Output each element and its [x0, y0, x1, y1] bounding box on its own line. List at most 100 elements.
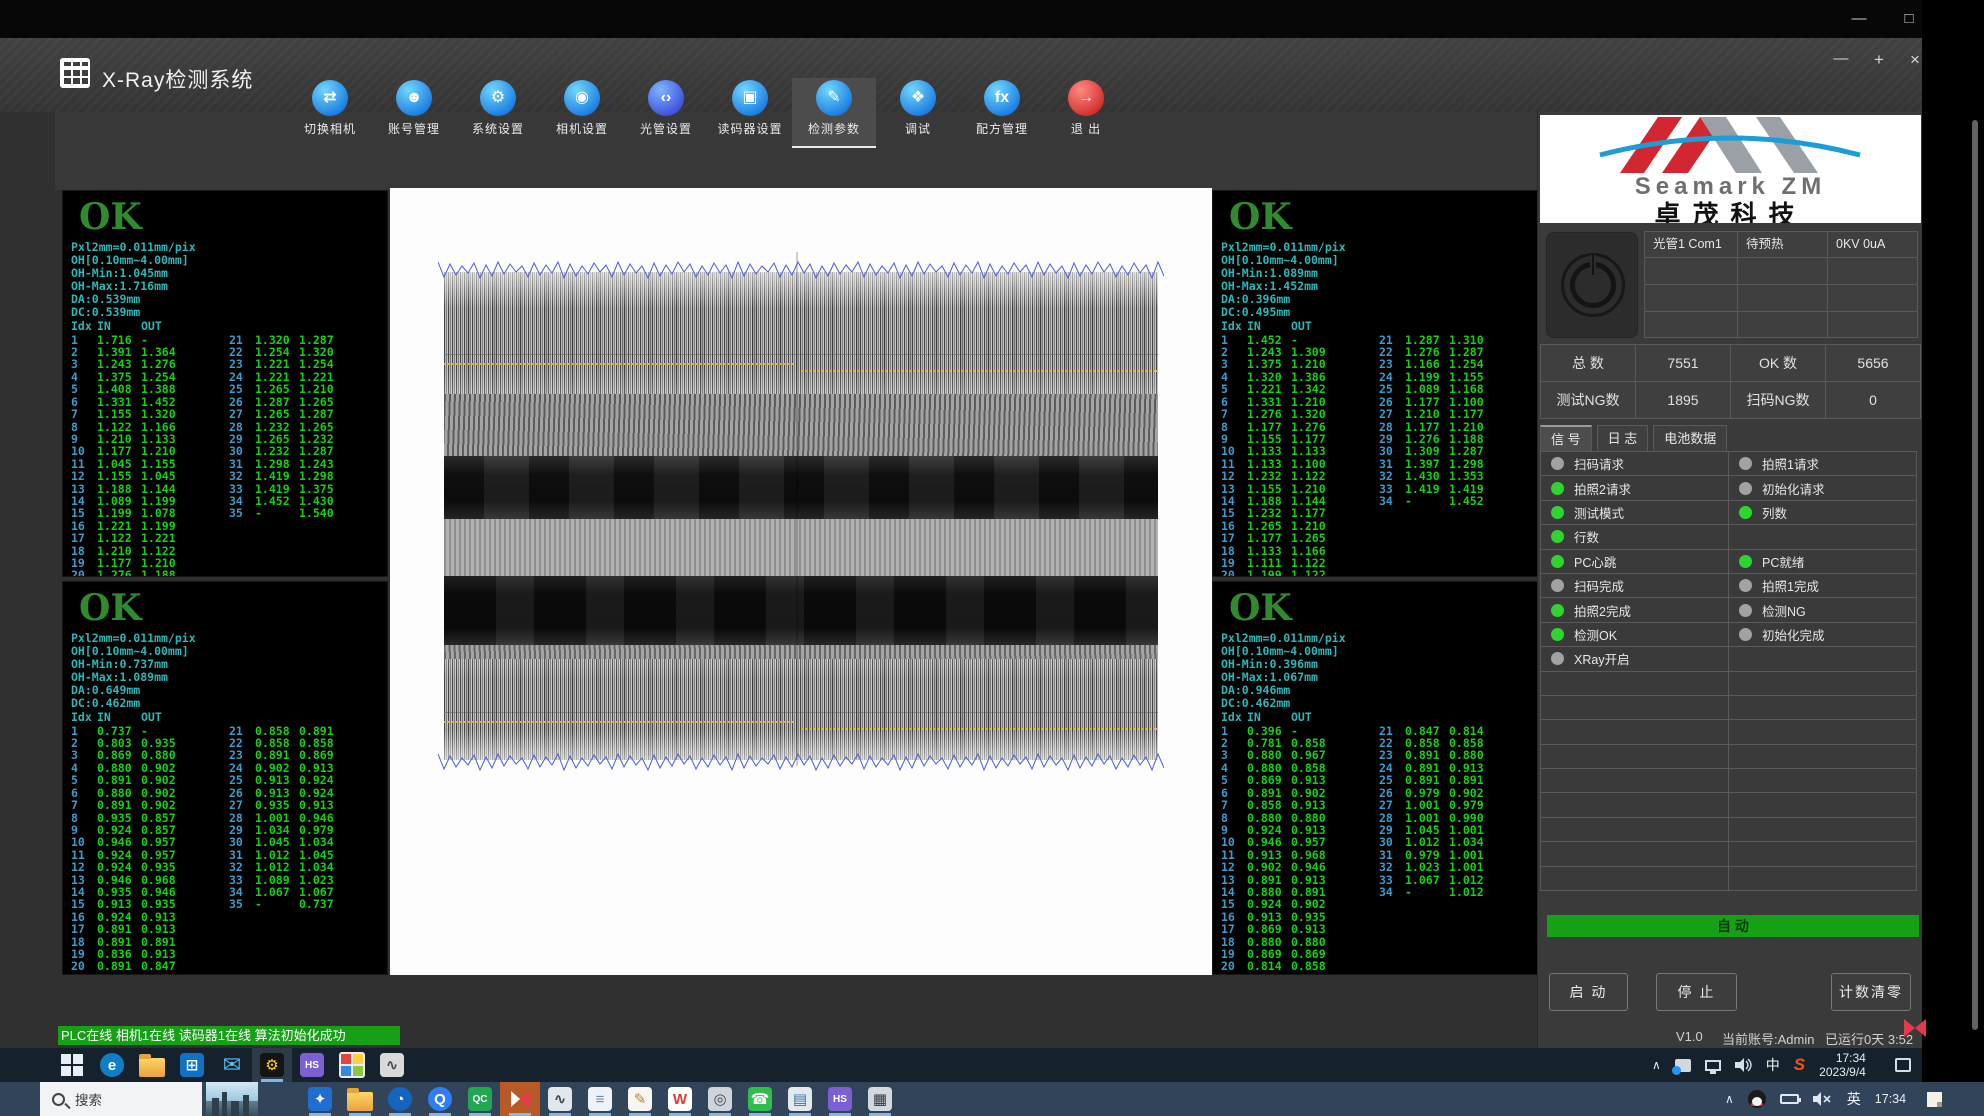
- notification-center-icon[interactable]: [1895, 1058, 1911, 1072]
- sidebar-tabs: 信 号 日 志 电池数据: [1540, 425, 1727, 452]
- row-index: 23: [229, 749, 255, 761]
- toolbar-item-system-settings[interactable]: ⚙系统设置: [456, 78, 540, 148]
- clock2-time[interactable]: 17:34: [1875, 1092, 1906, 1106]
- row-in-value: 1.012: [1405, 836, 1449, 848]
- battery-icon[interactable]: [1780, 1094, 1799, 1104]
- row-index: 7: [71, 408, 97, 420]
- toolbar-item-tube-settings[interactable]: ‹›光管设置: [624, 78, 708, 148]
- signal-row: 扫码请求拍照1请求: [1541, 452, 1919, 476]
- signal-cell: 拍照2请求: [1540, 475, 1729, 500]
- measure-row: 150.9130.935: [71, 898, 185, 910]
- system-monitor-app[interactable]: ∿: [372, 1048, 412, 1082]
- system-monitor-app-icon: ∿: [380, 1053, 404, 1077]
- file-explorer[interactable]: [132, 1048, 172, 1082]
- notes-edit-app[interactable]: ✎: [620, 1082, 660, 1116]
- xray-image-view[interactable]: [390, 188, 1212, 975]
- wps-app[interactable]: W: [660, 1082, 700, 1116]
- mail-app[interactable]: ✉: [212, 1048, 252, 1082]
- row-in-value: 0.869: [1247, 923, 1291, 935]
- qc-app[interactable]: QC: [460, 1082, 500, 1116]
- stop-button[interactable]: 停 止: [1656, 973, 1737, 1011]
- auto-mode-button[interactable]: 自 动: [1547, 915, 1919, 937]
- toolbar-item-label: 光管设置: [640, 120, 692, 137]
- measure-row: 321.0231.001: [1379, 861, 1493, 873]
- hs-app-2[interactable]: HS: [820, 1082, 860, 1116]
- toolbar-item-inspect-params[interactable]: ✎检测参数: [792, 78, 876, 148]
- news-app[interactable]: ▤: [780, 1082, 820, 1116]
- row-out-value: 1.045: [141, 470, 185, 482]
- start-button[interactable]: 启 动: [1549, 973, 1628, 1011]
- news-weather-widget[interactable]: [206, 1082, 258, 1116]
- tiles-app[interactable]: [332, 1048, 372, 1082]
- xray-power-button[interactable]: [1546, 232, 1638, 338]
- qq-icon[interactable]: [1748, 1090, 1766, 1108]
- toolbar-item-camera-settings[interactable]: ◉相机设置: [540, 78, 624, 148]
- measure-info-line: DC:0.462mm: [71, 697, 387, 710]
- volume-icon[interactable]: [1735, 1058, 1752, 1072]
- right-scrollbar[interactable]: [1972, 120, 1978, 1030]
- ime-indicator[interactable]: 中: [1766, 1055, 1780, 1075]
- measure-row: 30.8690.880: [71, 749, 185, 761]
- app-minimize-button[interactable]: —: [1828, 50, 1854, 67]
- edge-browser[interactable]: e: [92, 1048, 132, 1082]
- wechat-app[interactable]: ☎: [740, 1082, 780, 1116]
- folder-app[interactable]: [340, 1082, 380, 1116]
- network-icon[interactable]: [1705, 1060, 1721, 1071]
- toolbar-item-exit[interactable]: →退 出: [1044, 78, 1128, 148]
- measure-row: 321.0121.034: [229, 861, 343, 873]
- system-settings-icon: ⚙: [480, 80, 516, 116]
- toolbar-item-debug[interactable]: ❖调试: [876, 78, 960, 148]
- tab-battery-data[interactable]: 电池数据: [1653, 425, 1727, 452]
- toolbar-item-recipe-manage[interactable]: fx配方管理: [960, 78, 1044, 148]
- tab-log[interactable]: 日 志: [1597, 425, 1649, 452]
- bird-app[interactable]: ✦: [300, 1082, 340, 1116]
- start-button[interactable]: [52, 1048, 92, 1082]
- signal-cell-empty: [1540, 695, 1729, 720]
- monitor-chart-app[interactable]: ∿: [540, 1082, 580, 1116]
- net-tool-app[interactable]: ◎: [700, 1082, 740, 1116]
- search-icon: [52, 1093, 65, 1106]
- xray-dark-band-1: [444, 456, 1158, 519]
- quark-app[interactable]: Q: [420, 1082, 460, 1116]
- notepad-app[interactable]: ≡: [580, 1082, 620, 1116]
- display-app[interactable]: ▦: [860, 1082, 900, 1116]
- toolbar-item-scanner-settings[interactable]: ▣读码器设置: [708, 78, 792, 148]
- xray-marker-dots-top-right: [802, 370, 1158, 372]
- version-label: V1.0: [1676, 1029, 1703, 1044]
- sticky-notes-icon[interactable]: [1927, 1092, 1942, 1107]
- toolbar-item-account-manage[interactable]: ☻账号管理: [372, 78, 456, 148]
- toolbar-item-label: 配方管理: [976, 120, 1028, 137]
- signal-label: 列数: [1762, 503, 1787, 522]
- signal-row: 拍照2请求初始化请求: [1541, 476, 1919, 500]
- hs-app[interactable]: HS: [292, 1048, 332, 1082]
- count-reset-button[interactable]: 计数清零: [1831, 973, 1911, 1011]
- tray2-expand-icon[interactable]: ∧: [1725, 1092, 1734, 1106]
- ime2-indicator[interactable]: 英: [1847, 1089, 1861, 1109]
- remote-access-icon[interactable]: [1675, 1059, 1691, 1072]
- taskbar-search-input[interactable]: 搜索: [40, 1082, 202, 1116]
- ms-store[interactable]: ⊞: [172, 1048, 212, 1082]
- app-close-button[interactable]: ×: [1902, 50, 1928, 70]
- tray-expand-icon[interactable]: ∧: [1652, 1058, 1661, 1072]
- seamark-flag-icon: [1902, 1015, 1928, 1041]
- row-out-value: 1.540: [299, 507, 343, 519]
- toolbar-item-switch-camera[interactable]: ⇄切换相机: [288, 78, 372, 148]
- browser-app[interactable]: ◔: [380, 1082, 420, 1116]
- scan-ng-count-value: 0: [1825, 381, 1921, 419]
- app-maximize-button[interactable]: +: [1866, 50, 1892, 70]
- volume-muted-icon[interactable]: [1813, 1092, 1833, 1106]
- row-index: 34: [1379, 495, 1405, 507]
- seamark-app[interactable]: [500, 1082, 540, 1116]
- os-maximize-button[interactable]: □: [1892, 6, 1926, 32]
- row-index: 32: [229, 470, 255, 482]
- os-minimize-button[interactable]: —: [1842, 6, 1876, 32]
- tab-signal[interactable]: 信 号: [1540, 425, 1592, 452]
- row-out-value: 0.858: [1291, 960, 1335, 972]
- clock[interactable]: 17:34 2023/9/4: [1819, 1051, 1866, 1079]
- signal-label: 拍照2完成: [1574, 601, 1631, 620]
- xray-cam-app[interactable]: ⚙: [252, 1048, 292, 1082]
- display-app-icon: ▦: [868, 1087, 892, 1111]
- sogou-input-icon[interactable]: S: [1794, 1055, 1805, 1075]
- row-in-value: 1.419: [255, 470, 299, 482]
- row-index: 7: [71, 799, 97, 811]
